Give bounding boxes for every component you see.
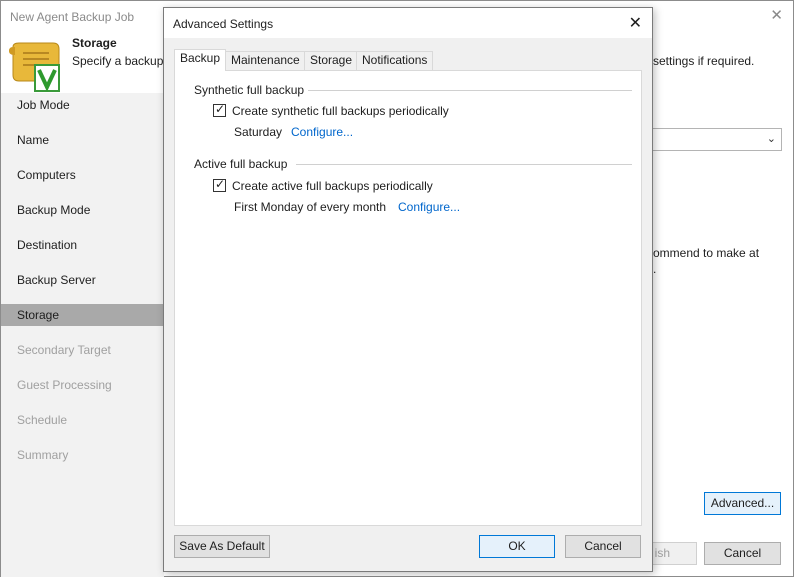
sidebar-item-schedule: Schedule [17,413,68,427]
ok-button[interactable]: OK [479,535,555,558]
wizard-close-icon[interactable]: ✕ [770,6,783,24]
wizard-step-description-tail: settings if required. [653,54,755,68]
tab-notifications[interactable]: Notifications [356,51,434,70]
wizard-cancel-button[interactable]: Cancel [704,542,781,565]
sidebar-item-secondary-target: Secondary Target [17,343,111,357]
advanced-button[interactable]: Advanced... [704,492,781,515]
active-schedule-text: First Monday of every month [234,200,387,214]
synthetic-configure-link[interactable]: Configure... [291,125,353,139]
sidebar-item-backup-server[interactable]: Backup Server [1,269,164,291]
sidebar-item-storage[interactable]: Storage [1,304,164,326]
synthetic-schedule-text: Saturday [234,125,283,139]
tab-backup[interactable]: Backup [174,49,227,71]
wizard-title: New Agent Backup Job [10,10,135,24]
storage-hint-text: ommend to make at [653,246,760,260]
advanced-settings-dialog: Advanced Settings ✕ Backup Maintenance S… [163,7,653,572]
wizard-step-title: Storage [72,36,117,50]
active-group-title: Active full backup [194,157,288,171]
checkmark-icon: ✓ [215,102,226,116]
active-checkbox[interactable]: ✓ [213,177,226,192]
sidebar-item-guest-processing: Guest Processing [17,378,112,392]
cancel-button[interactable]: Cancel [565,535,641,558]
active-checkbox-label[interactable]: Create active full backups periodically [232,179,433,193]
sidebar-item-job-mode[interactable]: Job Mode [1,94,164,116]
backup-tab-panel: Synthetic full backup ✓ Create synthetic… [174,70,642,526]
sidebar-item-destination[interactable]: Destination [1,234,164,256]
close-icon[interactable]: ✕ [629,13,642,33]
dialog-title: Advanced Settings [173,17,274,31]
repository-select[interactable]: ⌄ [651,128,782,151]
chevron-down-icon: ⌄ [766,133,776,145]
save-as-default-button[interactable]: Save As Default [174,535,270,558]
sidebar-item-name[interactable]: Name [1,129,164,151]
wizard-sidebar: Job Mode Name Computers Backup Mode Dest… [1,93,164,577]
synthetic-checkbox[interactable]: ✓ [213,102,226,117]
tab-maintenance[interactable]: Maintenance [225,51,306,70]
synthetic-checkbox-label[interactable]: Create synthetic full backups periodical… [232,104,449,118]
sidebar-item-summary: Summary [17,448,69,462]
synthetic-group-divider [308,90,632,91]
storage-scroll-icon [9,42,60,92]
dialog-titlebar: Advanced Settings ✕ [164,8,652,38]
active-group-divider [296,164,632,165]
active-configure-link[interactable]: Configure... [398,200,460,214]
checkmark-icon: ✓ [215,177,226,191]
storage-hint-text-2: . [653,262,657,276]
sidebar-item-computers[interactable]: Computers [1,164,164,186]
tab-storage[interactable]: Storage [304,51,359,70]
wizard-step-description: Specify a backup [72,54,164,68]
sidebar-item-backup-mode[interactable]: Backup Mode [1,199,164,221]
synthetic-group-title: Synthetic full backup [194,83,305,97]
